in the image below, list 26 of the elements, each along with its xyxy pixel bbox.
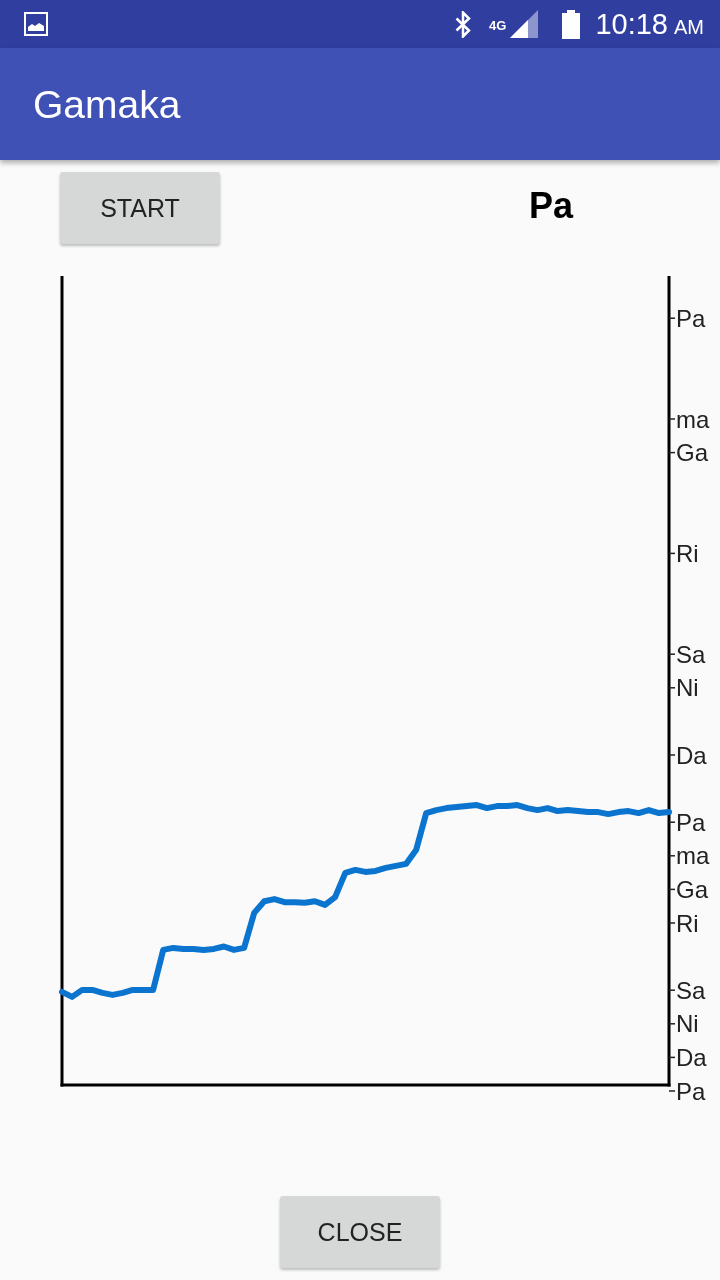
note-label: Ga [676,439,708,467]
app-title: Gamaka [33,84,181,124]
signal-icon [510,10,539,38]
note-label: Pa [676,304,706,332]
bluetooth-icon [455,10,472,38]
note-label: ma [676,405,710,433]
note-label: Pa [676,1077,706,1105]
start-button[interactable]: START [60,172,220,244]
note-label: Pa [676,808,706,836]
note-label: Ni [676,674,699,702]
current-note: Pa [529,188,574,224]
note-label: Da [676,741,707,769]
note-label: Sa [676,640,706,668]
note-label: ma [676,842,710,870]
note-label: Ga [676,875,708,903]
note-label: Ni [676,1010,699,1038]
note-label: Ri [676,539,699,567]
close-button[interactable]: CLOSE [280,1196,440,1268]
battery-icon [562,9,581,39]
clock-period: AM [674,17,704,37]
image-icon [24,12,48,36]
note-label: Sa [676,976,706,1004]
note-label: Ri [676,909,699,937]
network-type: 4G [489,18,507,32]
note-label: Da [676,1043,707,1071]
clock-time: 10:18 [595,9,668,39]
